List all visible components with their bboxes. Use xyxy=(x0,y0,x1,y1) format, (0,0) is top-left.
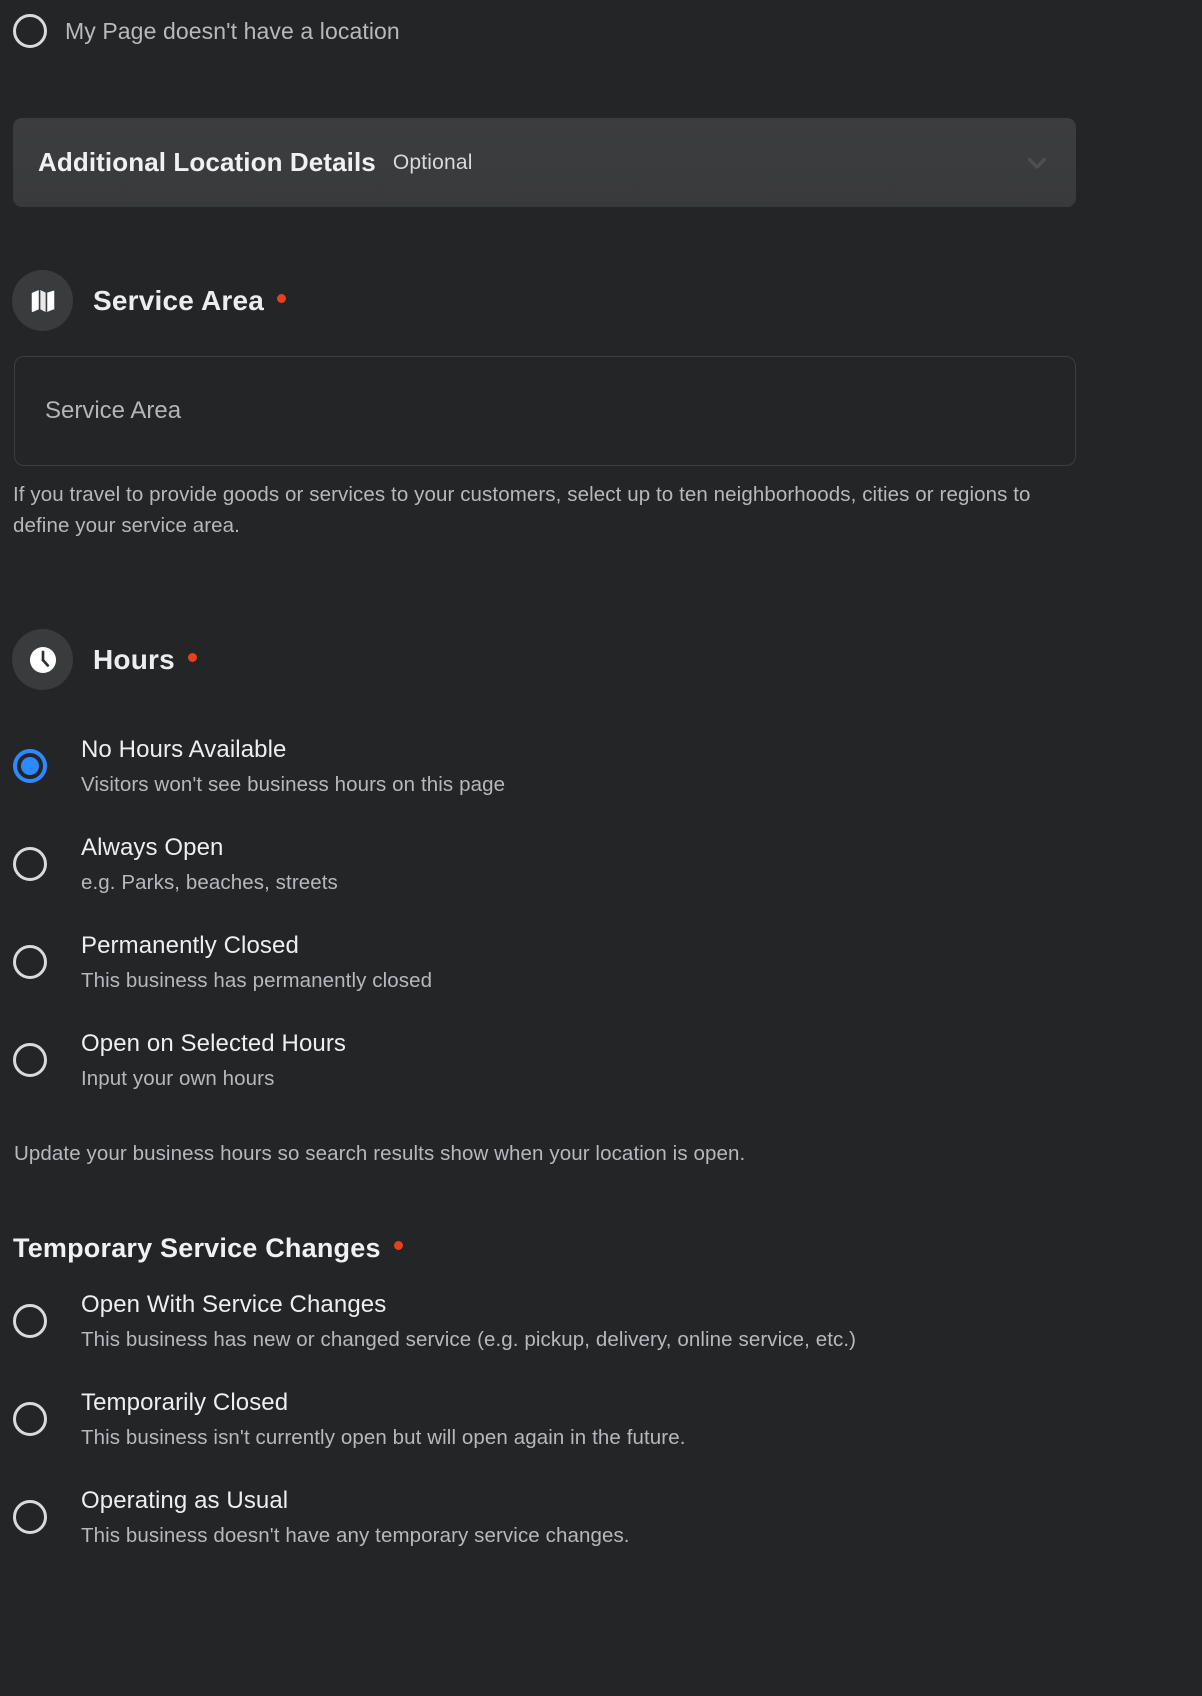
hours-option-always-open[interactable]: Always Open e.g. Parks, beaches, streets xyxy=(13,833,338,896)
temporary-option-label: Operating as Usual xyxy=(81,1487,289,1514)
hours-option-no-hours-available[interactable]: No Hours Available Visitors won't see bu… xyxy=(13,735,505,798)
required-dot xyxy=(187,652,197,662)
temporary-option-label: Open With Service Changes xyxy=(81,1291,387,1318)
option-no-location-label: My Page doesn't have a location xyxy=(65,17,400,44)
hours-title: Hours xyxy=(93,644,197,676)
radio-unselected-icon[interactable] xyxy=(13,14,47,48)
service-area-input[interactable]: Service Area xyxy=(14,356,1076,466)
radio-unselected-icon[interactable] xyxy=(13,1304,47,1338)
hours-option-open-on-selected-hours[interactable]: Open on Selected Hours Input your own ho… xyxy=(13,1029,346,1092)
temporary-option-description: This business has new or changed service… xyxy=(81,1328,857,1351)
service-area-input-placeholder: Service Area xyxy=(45,397,182,424)
service-area-header: Service Area xyxy=(12,270,287,331)
radio-selected-icon[interactable] xyxy=(13,749,47,783)
temporary-option-description: This business isn't currently open but w… xyxy=(81,1426,686,1449)
radio-unselected-icon[interactable] xyxy=(13,847,47,881)
hours-header: Hours xyxy=(12,629,197,690)
hours-option-label: No Hours Available xyxy=(81,736,287,763)
hours-option-description: e.g. Parks, beaches, streets xyxy=(81,871,338,894)
hours-option-description: Visitors won't see business hours on thi… xyxy=(81,773,506,796)
required-dot xyxy=(277,293,287,303)
temporary-option-label: Temporarily Closed xyxy=(81,1389,289,1416)
radio-unselected-icon[interactable] xyxy=(13,1043,47,1077)
location-settings-form: My Page doesn't have a location Addition… xyxy=(0,0,1202,1696)
option-no-location[interactable]: My Page doesn't have a location xyxy=(13,14,400,48)
additional-location-details-panel[interactable]: Additional Location Details Optional xyxy=(13,118,1076,207)
clock-icon xyxy=(12,629,73,690)
temporary-option-temporarily-closed[interactable]: Temporarily Closed This business isn't c… xyxy=(13,1388,686,1451)
hours-option-description: Input your own hours xyxy=(81,1067,275,1090)
hours-helper-text: Update your business hours so search res… xyxy=(14,1142,746,1165)
radio-unselected-icon[interactable] xyxy=(13,945,47,979)
service-area-helper-text: If you travel to provide goods or servic… xyxy=(13,483,1031,537)
hours-option-description: This business has permanently closed xyxy=(81,969,433,992)
service-area-title: Service Area xyxy=(93,285,287,317)
required-dot xyxy=(393,1241,403,1251)
hours-option-label: Permanently Closed xyxy=(81,932,299,959)
additional-location-details-title: Additional Location Details xyxy=(38,147,376,177)
map-icon xyxy=(12,270,73,331)
temporary-option-description: This business doesn't have any temporary… xyxy=(81,1524,630,1547)
temporary-option-operating-as-usual[interactable]: Operating as Usual This business doesn't… xyxy=(13,1486,630,1549)
radio-unselected-icon[interactable] xyxy=(13,1500,47,1534)
hours-option-label: Always Open xyxy=(81,834,224,861)
hours-option-permanently-closed[interactable]: Permanently Closed This business has per… xyxy=(13,931,432,994)
additional-location-details-optional-label: Optional xyxy=(392,150,473,174)
hours-option-label: Open on Selected Hours xyxy=(81,1030,347,1057)
temporary-option-open-with-service-changes[interactable]: Open With Service Changes This business … xyxy=(13,1290,856,1353)
temporary-service-changes-title: Temporary Service Changes xyxy=(13,1233,403,1264)
radio-unselected-icon[interactable] xyxy=(13,1402,47,1436)
chevron-down-icon[interactable] xyxy=(1024,150,1050,176)
